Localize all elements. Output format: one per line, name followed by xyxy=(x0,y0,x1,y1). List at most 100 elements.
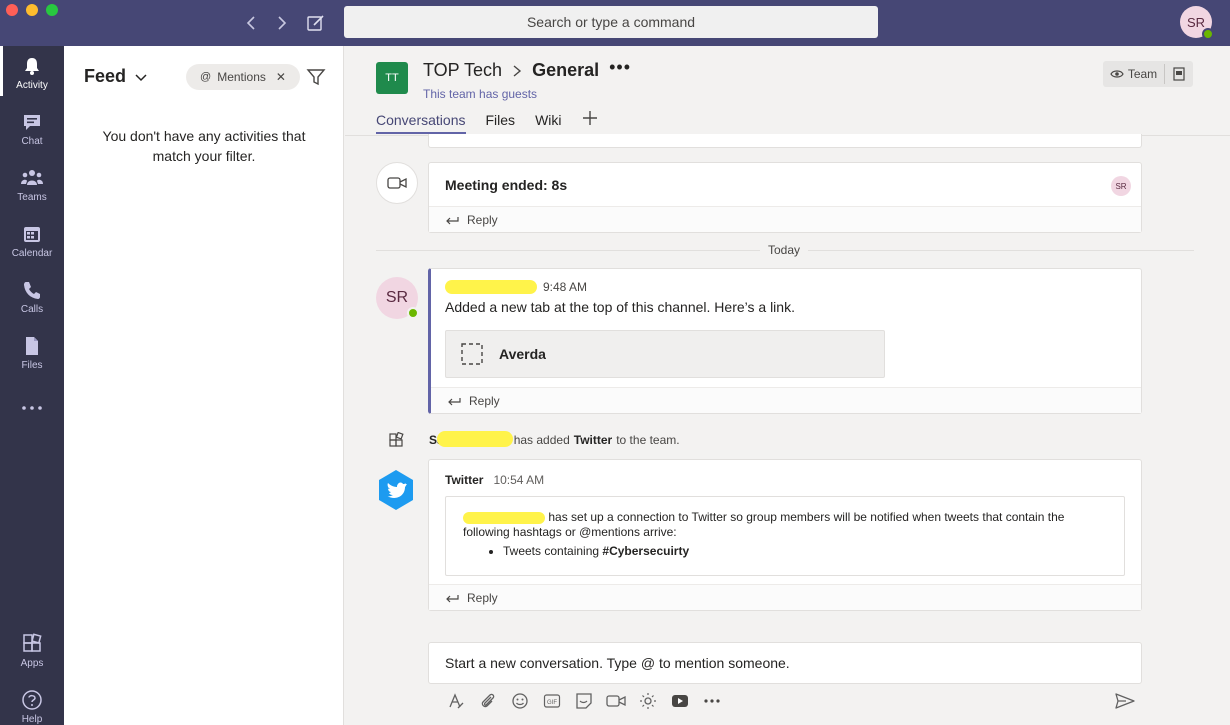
appbar-files[interactable]: Files xyxy=(0,326,64,376)
more-options-icon[interactable]: ••• xyxy=(609,57,631,78)
search-command-bar[interactable]: Search or type a command xyxy=(344,6,878,38)
event-verb: has added xyxy=(513,433,570,447)
forward-arrow-icon[interactable] xyxy=(270,12,292,34)
filter-icon[interactable] xyxy=(306,67,326,87)
appbar-calendar[interactable]: Calendar xyxy=(0,214,64,264)
hashtag-list: Tweets containing #Cybersecuirty xyxy=(503,544,1108,559)
team-name[interactable]: TOP Tech xyxy=(423,60,502,81)
twitter-meta: Twitter 10:54 AM xyxy=(445,473,544,487)
reply-label: Reply xyxy=(467,590,498,605)
sticker-icon[interactable] xyxy=(568,690,600,712)
channel-info-button[interactable] xyxy=(1165,61,1193,87)
plus-icon xyxy=(582,111,597,125)
twitter-sender: Twitter xyxy=(445,473,484,487)
twitter-message-card: Twitter 10:54 AM has set up a connection… xyxy=(428,459,1142,611)
meeting-ended-text: Meeting ended: 8s xyxy=(445,177,568,193)
chat-icon xyxy=(21,110,43,134)
team-badge: TT xyxy=(376,62,408,94)
date-divider: Today xyxy=(760,243,809,257)
compose-toolbar: GIF xyxy=(440,690,1140,712)
video-play-icon[interactable] xyxy=(664,690,696,712)
channel-tabs: Conversations Files Wiki xyxy=(376,110,598,134)
redacted-name xyxy=(463,511,545,524)
reply-arrow-icon xyxy=(448,397,461,405)
participant-avatar[interactable]: SR xyxy=(1111,176,1131,196)
event-app: Twitter xyxy=(573,433,613,447)
close-icon[interactable]: ✕ xyxy=(276,70,286,84)
appbar-more[interactable] xyxy=(0,392,64,422)
hashtag[interactable]: #Cybersecuirty xyxy=(602,544,689,558)
tab-files[interactable]: Files xyxy=(486,112,516,134)
search-placeholder: Search or type a command xyxy=(526,14,696,30)
add-tab-button[interactable] xyxy=(582,110,598,134)
chevron-down-icon xyxy=(134,70,148,84)
appbar-apps[interactable]: Apps xyxy=(0,624,64,674)
meet-now-icon[interactable] xyxy=(600,690,632,712)
attach-icon[interactable] xyxy=(472,690,504,712)
activity-feed-panel: Feed @ Mentions ✕ You don't have any act… xyxy=(64,46,344,725)
reply-button[interactable]: Reply xyxy=(429,584,1141,610)
maximize-window-button[interactable] xyxy=(46,4,58,16)
appbar-help-label: Help xyxy=(21,714,43,725)
appbar-calls[interactable]: Calls xyxy=(0,270,64,320)
team-button[interactable]: Team xyxy=(1103,61,1164,87)
twitter-connector-text: has set up a connection to Twitter so gr… xyxy=(463,510,1108,540)
emoji-icon[interactable] xyxy=(504,690,536,712)
appbar-teams-label: Teams xyxy=(17,192,47,203)
profile-avatar[interactable]: SR xyxy=(1180,6,1214,40)
twitter-icon xyxy=(379,470,413,510)
compose-box[interactable]: Start a new conversation. Type @ to ment… xyxy=(428,642,1142,684)
format-icon[interactable] xyxy=(440,690,472,712)
apps-icon xyxy=(388,432,406,450)
compose-placeholder: Start a new conversation. Type @ to ment… xyxy=(445,655,790,671)
tab-wiki[interactable]: Wiki xyxy=(535,112,561,134)
twitter-body: has set up a connection to Twitter so gr… xyxy=(463,510,1065,539)
author-avatar[interactable]: SR xyxy=(376,277,419,319)
channel-name: General xyxy=(532,60,600,80)
apps-icon xyxy=(21,632,43,656)
twitter-time: 10:54 AM xyxy=(493,473,545,487)
appbar-activity[interactable]: Activity xyxy=(0,46,64,96)
appbar-teams[interactable]: Teams xyxy=(0,158,64,208)
new-chat-compose-icon[interactable] xyxy=(305,12,327,34)
mentions-filter-pill[interactable]: @ Mentions ✕ xyxy=(186,64,300,90)
at-sign-icon: @ xyxy=(200,71,212,83)
tab-link-card[interactable]: Averda xyxy=(445,330,885,378)
appbar-chat[interactable]: Chat xyxy=(0,102,64,152)
gif-icon[interactable]: GIF xyxy=(536,690,568,712)
event-actor: Samer xyxy=(429,431,513,447)
team-button-label: Team xyxy=(1127,67,1158,81)
teams-icon xyxy=(20,166,44,190)
reply-button[interactable]: Reply xyxy=(431,387,1141,413)
twitter-connector-card: has set up a connection to Twitter so gr… xyxy=(445,496,1125,576)
send-icon[interactable] xyxy=(1114,692,1136,710)
praise-icon[interactable] xyxy=(632,690,664,712)
twitter-bot-avatar[interactable] xyxy=(375,469,417,511)
appbar-calls-label: Calls xyxy=(20,304,44,315)
tab-conversations[interactable]: Conversations xyxy=(376,112,466,134)
help-icon xyxy=(21,688,43,712)
author-initials: SR xyxy=(385,289,409,306)
back-arrow-icon[interactable] xyxy=(241,12,263,34)
event-suffix: to the team. xyxy=(616,433,680,447)
feed-title: Feed xyxy=(84,66,127,86)
more-options-icon[interactable] xyxy=(696,690,728,712)
svg-text:GIF: GIF xyxy=(547,700,557,706)
bullet-prefix: Tweets containing xyxy=(503,544,600,558)
app-bar: Activity Chat Teams Calendar Calls Files xyxy=(0,46,64,725)
guests-note: This team has guests xyxy=(423,87,538,101)
feed-title-dropdown[interactable]: Feed xyxy=(84,66,148,87)
appbar-help[interactable]: Help xyxy=(0,680,64,725)
tab-placeholder-icon xyxy=(461,343,483,365)
eye-icon xyxy=(1110,70,1124,78)
minimize-window-button[interactable] xyxy=(26,4,38,16)
close-window-button[interactable] xyxy=(6,4,18,16)
reply-button[interactable]: Reply xyxy=(429,206,1141,232)
appbar-files-label: Files xyxy=(21,360,43,371)
reply-arrow-icon xyxy=(446,594,459,602)
reply-arrow-icon xyxy=(446,216,459,224)
title-bar: Search or type a command SR xyxy=(0,0,1230,46)
team-button-group: Team xyxy=(1103,61,1193,87)
breadcrumb: TOP Tech General ••• xyxy=(423,57,631,81)
post-card: 9:48 AM Added a new tab at the top of th… xyxy=(428,268,1142,414)
